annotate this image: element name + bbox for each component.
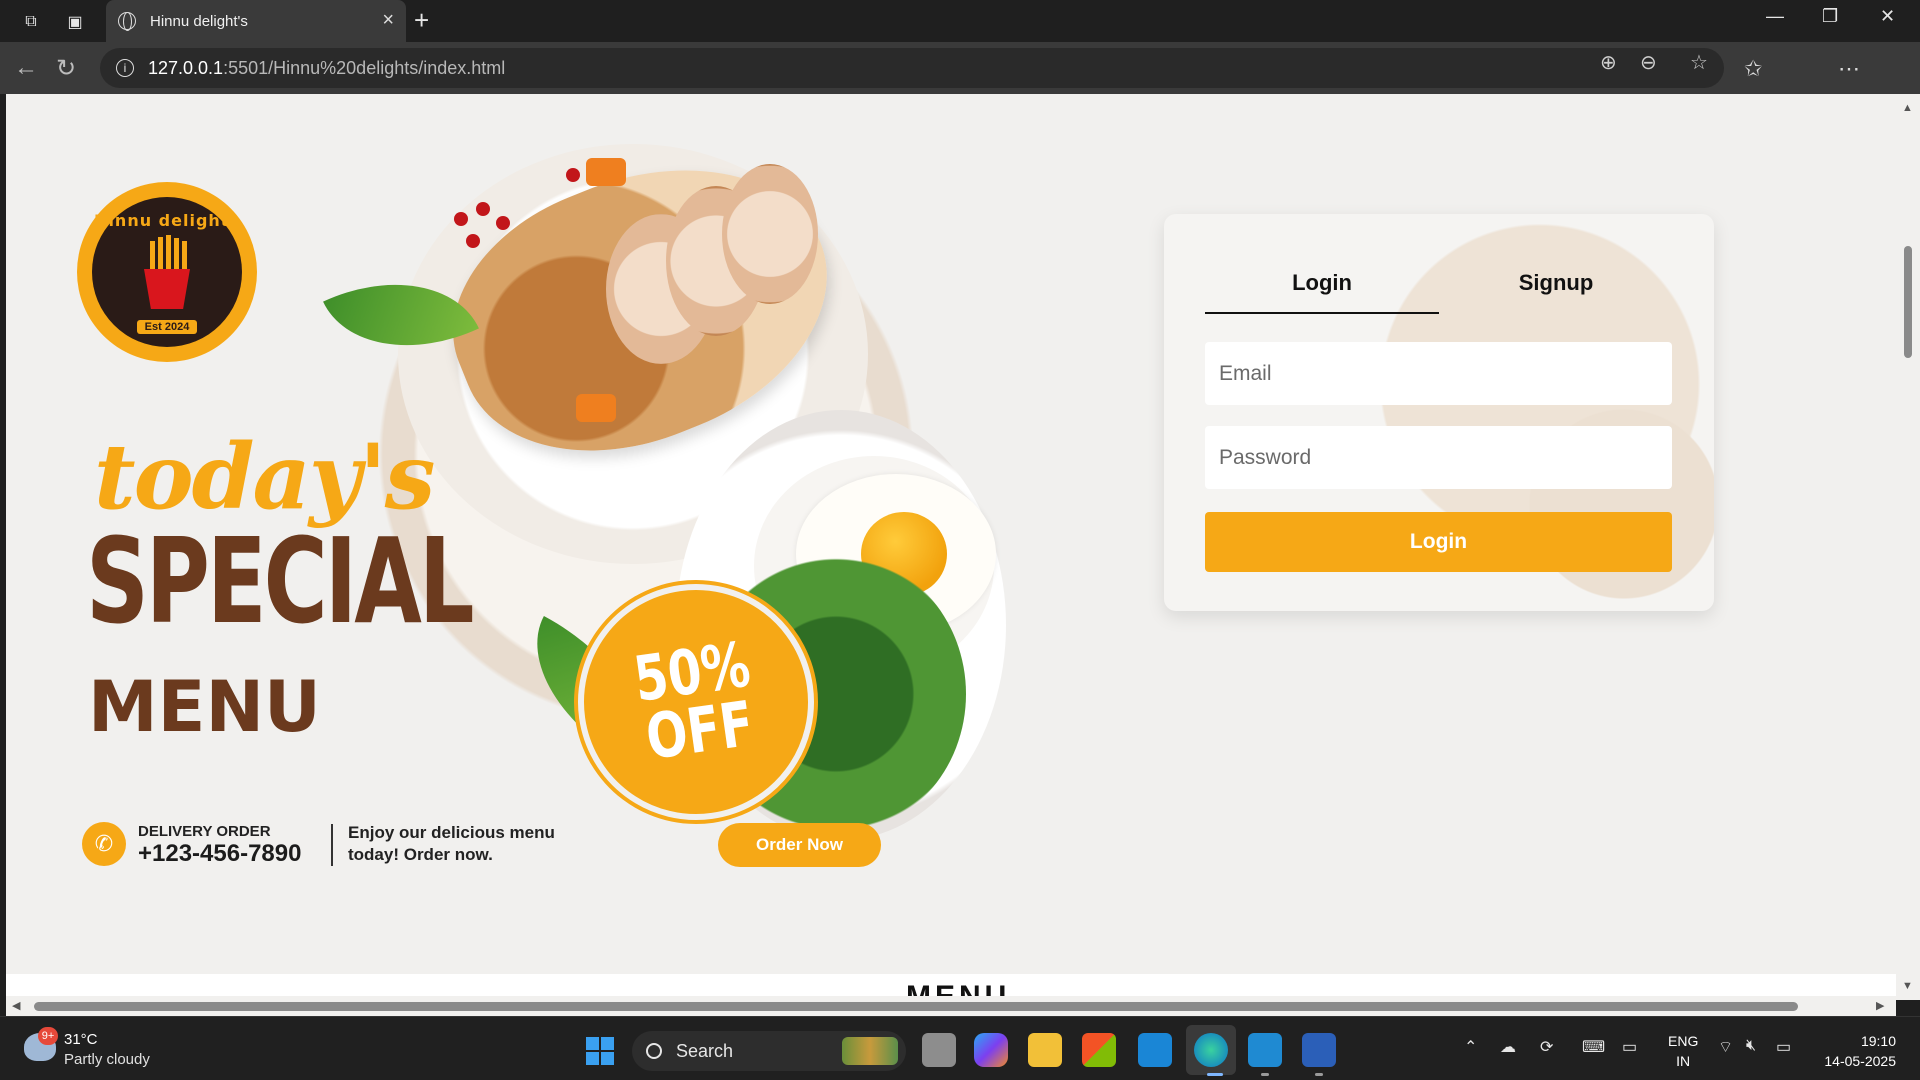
keyboard-icon[interactable]: ⌨ bbox=[1582, 1037, 1605, 1057]
url-path: :5501/Hinnu%20delights/index.html bbox=[223, 57, 506, 78]
scroll-left-icon[interactable]: ◀ bbox=[12, 999, 20, 1012]
back-arrow-icon[interactable]: ← bbox=[14, 54, 38, 82]
browser-toolbar: ← ↻ i 127.0.0.1:5501/Hinnu%20delights/in… bbox=[0, 42, 1920, 123]
microsoft-store-icon[interactable] bbox=[1082, 1033, 1116, 1067]
myhp-icon[interactable] bbox=[1138, 1033, 1172, 1067]
browser-tab-active[interactable]: Hinnu delight's × bbox=[106, 0, 406, 42]
roast-slice bbox=[722, 164, 818, 304]
berry bbox=[496, 216, 510, 230]
headline-special: SPECIAL bbox=[86, 512, 475, 650]
task-view-icon[interactable] bbox=[922, 1033, 956, 1067]
restore-button[interactable]: ❐ bbox=[1822, 6, 1838, 27]
berry bbox=[566, 168, 580, 182]
onedrive-icon[interactable]: ☁ bbox=[1500, 1037, 1516, 1057]
clock-date: 14-05-2025 bbox=[1824, 1053, 1896, 1069]
show-hidden-icons[interactable]: ⌃ bbox=[1464, 1037, 1477, 1057]
url-host: 127.0.0.1 bbox=[148, 57, 224, 78]
running-app-indicator bbox=[1261, 1073, 1269, 1076]
battery-icon[interactable]: ▭ bbox=[1776, 1037, 1791, 1057]
horizontal-scroll-thumb[interactable] bbox=[34, 1002, 1798, 1011]
tab-login[interactable]: Login bbox=[1205, 270, 1439, 302]
scroll-up-icon[interactable]: ▲ bbox=[1902, 102, 1913, 114]
logo-established: Est 2024 bbox=[136, 320, 198, 334]
email-field[interactable] bbox=[1205, 342, 1672, 405]
berry bbox=[466, 234, 480, 248]
login-button[interactable]: Login bbox=[1205, 512, 1672, 572]
edge-browser-icon[interactable] bbox=[1194, 1033, 1228, 1067]
taskbar-search[interactable]: Search bbox=[632, 1031, 906, 1071]
refresh-icon[interactable]: ↻ bbox=[56, 54, 76, 83]
temperature[interactable]: 31°C bbox=[64, 1031, 98, 1048]
start-button[interactable] bbox=[586, 1037, 614, 1065]
favorite-star-icon[interactable]: ☆ bbox=[1690, 50, 1708, 75]
weather-badge: 9+ bbox=[38, 1027, 58, 1045]
carrot bbox=[586, 158, 626, 186]
browser-tab-bar: ⧉ ▣ Hinnu delight's × + — ❐ ✕ bbox=[0, 0, 1920, 42]
workspaces-icon[interactable]: ⧉ bbox=[18, 9, 44, 35]
word-icon[interactable] bbox=[1302, 1033, 1336, 1067]
search-label: Search bbox=[676, 1040, 734, 1061]
running-app-indicator bbox=[1315, 1073, 1323, 1076]
weather-condition[interactable]: Partly cloudy bbox=[64, 1051, 150, 1068]
headline-menu: MENU bbox=[88, 666, 321, 748]
close-tab-icon[interactable]: × bbox=[382, 9, 394, 32]
vertical-tabs-icon[interactable]: ▣ bbox=[62, 9, 88, 35]
search-highlight-image bbox=[842, 1037, 898, 1065]
file-explorer-icon[interactable] bbox=[1028, 1033, 1062, 1067]
fries-icon bbox=[144, 269, 190, 309]
discount-off: OFF bbox=[641, 686, 759, 774]
clock[interactable]: 19:10 14-05-2025 bbox=[1818, 1031, 1896, 1071]
delivery-label: DELIVERY ORDER bbox=[138, 823, 271, 840]
globe-icon bbox=[118, 12, 136, 31]
clock-time: 19:10 bbox=[1860, 1033, 1896, 1049]
new-tab-button[interactable]: + bbox=[414, 5, 429, 36]
logo-brand-name: Hinnu delights bbox=[94, 211, 240, 230]
tablet-icon[interactable]: ▭ bbox=[1622, 1037, 1637, 1057]
divider bbox=[331, 824, 333, 866]
tab-title: Hinnu delight's bbox=[150, 12, 248, 30]
wifi-icon[interactable]: ⌔ bbox=[1718, 1037, 1733, 1057]
brand-logo: Hinnu delights Est 2024 bbox=[77, 182, 257, 362]
delivery-phone: +123-456-7890 bbox=[138, 840, 302, 867]
volume-muted-icon[interactable]: 🔇︎ bbox=[1746, 1037, 1756, 1055]
horizontal-scrollbar[interactable]: ◀ ▶ bbox=[6, 996, 1896, 1016]
order-now-button: Order Now bbox=[718, 823, 881, 867]
sync-icon[interactable]: ⟳ bbox=[1540, 1037, 1553, 1057]
site-info-icon[interactable]: i bbox=[116, 59, 134, 77]
berry bbox=[454, 212, 468, 226]
minimize-button[interactable]: — bbox=[1766, 6, 1784, 27]
active-tab-indicator bbox=[1205, 312, 1439, 314]
scroll-right-icon[interactable]: ▶ bbox=[1876, 999, 1884, 1012]
promo-text: Enjoy our delicious menu today! Order no… bbox=[348, 823, 555, 864]
close-window-button[interactable]: ✕ bbox=[1880, 6, 1895, 27]
tab-signup[interactable]: Signup bbox=[1439, 270, 1673, 302]
search-icon bbox=[646, 1043, 662, 1059]
reading-mode-icon[interactable]: ⊖ bbox=[1640, 50, 1657, 75]
page-viewport: 50% OFF Hinnu delights Est 2024 today's … bbox=[6, 94, 1896, 1000]
zoom-icon[interactable]: ⊕ bbox=[1600, 50, 1617, 75]
password-field[interactable] bbox=[1205, 426, 1672, 489]
berry bbox=[476, 202, 490, 216]
windows-taskbar: 9+ 31°C Partly cloudy Search ⌃ ☁ ⟳ ⌨ ▭ E… bbox=[0, 1016, 1920, 1080]
vertical-scroll-thumb[interactable] bbox=[1904, 246, 1912, 358]
language-indicator[interactable]: ENG IN bbox=[1668, 1031, 1698, 1071]
vertical-scrollbar[interactable]: ▲ ▼ bbox=[1896, 94, 1920, 1000]
vscode-icon[interactable] bbox=[1248, 1033, 1282, 1067]
phone-icon: ✆ bbox=[82, 822, 126, 866]
auth-card: Login Signup Login bbox=[1164, 214, 1714, 611]
active-app-indicator bbox=[1207, 1073, 1223, 1076]
copilot-app-icon[interactable] bbox=[974, 1033, 1008, 1067]
more-menu-icon[interactable]: ⋯ bbox=[1838, 56, 1860, 82]
scroll-down-icon[interactable]: ▼ bbox=[1902, 980, 1913, 992]
carrot bbox=[576, 394, 616, 422]
favorites-icon[interactable]: ✩ bbox=[1744, 56, 1762, 82]
special-menu-poster: 50% OFF Hinnu delights Est 2024 today's … bbox=[6, 94, 1006, 974]
address-bar[interactable]: i 127.0.0.1:5501/Hinnu%20delights/index.… bbox=[100, 48, 1724, 88]
